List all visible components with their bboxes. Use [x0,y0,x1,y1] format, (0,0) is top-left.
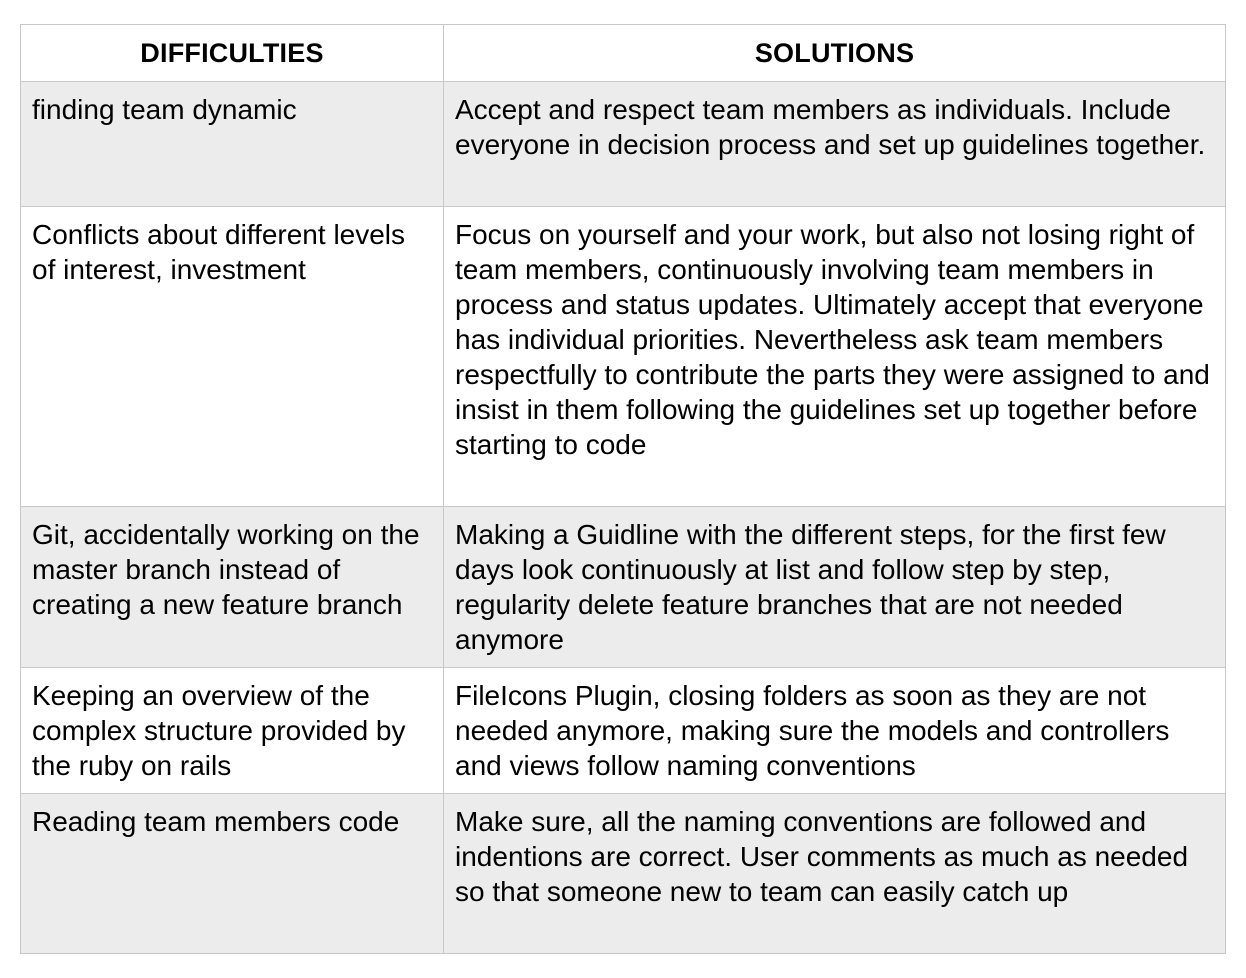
difficulty-cell: finding team dynamic [20,81,444,207]
difficulty-cell: Git, accidentally working on the master … [20,506,444,668]
solution-cell: Making a Guidline with the different ste… [443,506,1226,668]
header-row: DIFFICULTIES SOLUTIONS [20,24,1226,82]
difficulty-cell: Conflicts about different levels of inte… [20,206,444,507]
difficulties-solutions-table: DIFFICULTIES SOLUTIONS finding team dyna… [20,24,1226,954]
table-body: finding team dynamic Accept and respect … [20,81,1226,954]
difficulty-cell: Reading team members code [20,793,444,954]
solution-cell: FileIcons Plugin, closing folders as soo… [443,667,1226,794]
header-solutions: SOLUTIONS [443,24,1226,82]
solution-cell: Make sure, all the naming conventions ar… [443,793,1226,954]
difficulty-cell: Keeping an overview of the complex struc… [20,667,444,794]
table-header: DIFFICULTIES SOLUTIONS [20,24,1226,82]
table-row: finding team dynamic Accept and respect … [20,81,1226,207]
header-difficulties: DIFFICULTIES [20,24,444,82]
table-row: Git, accidentally working on the master … [20,506,1226,668]
solution-cell: Focus on yourself and your work, but als… [443,206,1226,507]
table-row: Conflicts about different levels of inte… [20,206,1226,507]
table-row: Reading team members code Make sure, all… [20,793,1226,954]
solution-cell: Accept and respect team members as indiv… [443,81,1226,207]
table-row: Keeping an overview of the complex struc… [20,667,1226,794]
